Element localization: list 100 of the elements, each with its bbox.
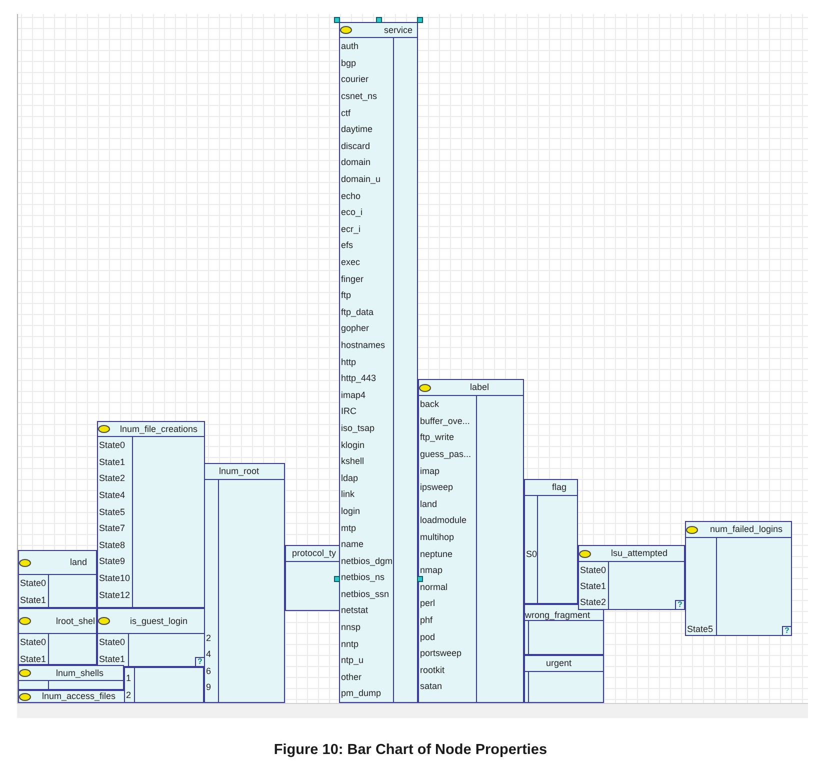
node-title: lsu_attempted (611, 548, 668, 559)
state-label: normal (420, 582, 448, 592)
state-label: other (341, 672, 362, 682)
state-label: phf (420, 615, 433, 626)
oval-icon (19, 617, 31, 625)
state-label: auth (341, 41, 359, 52)
state-label: State9 (99, 556, 126, 566)
state-label: klogin (341, 440, 365, 450)
state-label: efs (341, 240, 354, 250)
state-label: State1 (20, 654, 46, 664)
state-label: netbios_dgm (341, 556, 393, 566)
state-label: State0 (99, 637, 126, 648)
resize-handle[interactable] (417, 17, 423, 23)
oval-icon (579, 550, 591, 558)
state-label: 2 (206, 632, 212, 643)
state-label: State0 (20, 637, 46, 648)
state-label: domain (341, 157, 371, 168)
oval-icon (419, 384, 431, 392)
state-label: csnet_ns (341, 91, 378, 102)
state-label: bgp (341, 58, 356, 68)
state-label: ftp (341, 290, 352, 300)
help-badge[interactable]: ? (782, 626, 791, 635)
state-label: iso_tsap (341, 422, 375, 433)
node-title: num_failed_logins (710, 524, 783, 535)
state-label: State2 (580, 597, 606, 607)
state-label: netbios_ssn (341, 588, 390, 599)
state-label: ftp_data (341, 306, 374, 317)
state-label: hostnames (341, 340, 386, 350)
node-title: lnum_root (219, 466, 260, 477)
state-label: State0 (99, 440, 126, 450)
state-label: discard (341, 140, 370, 151)
state-label: kshell (341, 456, 364, 466)
state-label: nntp (341, 638, 359, 649)
state-label: 6 (206, 666, 212, 676)
oval-icon (19, 692, 31, 700)
state-label: finger (341, 274, 364, 284)
figure-caption: Figure 10: Bar Chart of Node Properties (274, 741, 548, 759)
state-label: ntp_u (341, 655, 364, 666)
state-label: nmap (420, 565, 443, 576)
state-label: http_443 (341, 373, 376, 384)
state-label: State1 (20, 594, 46, 605)
state-label: netstat (341, 605, 368, 616)
state-label: http (341, 356, 356, 367)
state-label: State8 (99, 540, 126, 550)
oval-icon (19, 669, 31, 677)
state-label: domain_u (341, 174, 381, 184)
state-label: State1 (99, 654, 126, 664)
state-label: imap4 (341, 390, 366, 400)
state-label: State12 (99, 590, 130, 600)
state-label: 1 (126, 673, 132, 684)
state-label: login (341, 506, 360, 516)
state-label: 4 (206, 649, 212, 660)
state-label: pm_dump (341, 688, 382, 698)
state-label: ftp_write (420, 432, 454, 442)
node-title: service (384, 24, 413, 36)
node-title: wrong_fragment (525, 610, 590, 620)
state-label: name (341, 539, 364, 550)
help-badge[interactable]: ? (675, 600, 684, 609)
state-label: pod (420, 632, 436, 642)
state-label: State2 (99, 473, 126, 484)
node-title: protocol_ty (292, 548, 336, 559)
state-label: portsweep (420, 648, 462, 658)
help-badge[interactable]: ? (195, 657, 204, 666)
state-label: State7 (99, 523, 126, 534)
state-label: ipsweep (420, 482, 454, 492)
state-label: land (420, 498, 438, 509)
node-title: lnum_access_files (42, 691, 116, 702)
oval-icon (340, 26, 352, 34)
oval-icon (98, 425, 110, 433)
state-label: State0 (20, 578, 46, 588)
state-label: ldap (341, 472, 358, 483)
state-label: State10 (99, 573, 130, 584)
state-label: 9 (206, 682, 212, 692)
state-label: State1 (580, 581, 606, 591)
oval-icon (98, 617, 110, 625)
state-label: netbios_ns (341, 572, 385, 582)
resize-handle[interactable] (376, 17, 382, 23)
state-label: State4 (99, 490, 126, 500)
state-label: satan (420, 681, 442, 692)
state-label: eco_i (341, 207, 363, 218)
oval-icon (19, 558, 31, 566)
state-label: State1 (99, 456, 126, 467)
state-label: imap (420, 466, 440, 476)
state-label: buffer_ove... (420, 416, 470, 426)
node-title: flag (552, 482, 567, 493)
oval-icon (686, 526, 698, 534)
state-label: courier (341, 74, 369, 84)
node-title: urgent (546, 658, 572, 669)
node-title: lnum_file_creations (120, 424, 198, 434)
state-label: link (341, 489, 355, 500)
state-label: State0 (580, 565, 606, 575)
state-label: 2 (126, 690, 132, 700)
state-label: daytime (341, 124, 373, 134)
state-label: ecr_i (341, 224, 361, 234)
state-label: loadmodule (420, 515, 467, 526)
node-title: lroot_shel (56, 616, 96, 626)
resize-handle[interactable] (334, 17, 340, 23)
state-label: neptune (420, 548, 453, 559)
state-label: gopher (341, 323, 370, 334)
state-label: multihop (420, 532, 454, 542)
